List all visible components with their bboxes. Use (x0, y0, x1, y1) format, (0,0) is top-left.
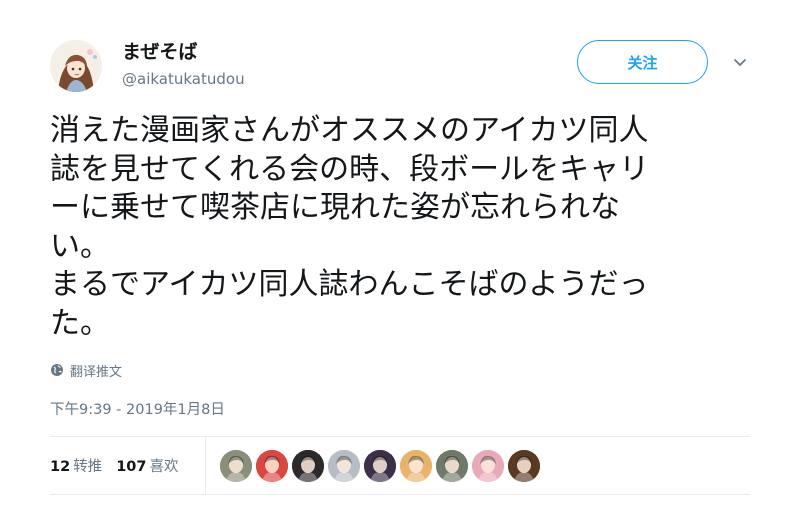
tweet-header: まぜそば @aikatukatudou 关注 (50, 36, 760, 96)
tweet-text-line: まるでアイカツ同人誌わんこそばのようだっ (50, 267, 649, 302)
retweets-count: 12 (50, 459, 71, 475)
tweet-timestamp[interactable]: 下午9:39 - 2019年1月8日 (50, 398, 225, 419)
follow-button[interactable]: 关注 (577, 40, 708, 84)
tweet-text: 消えた漫画家さんがオススメのアイカツ同人 誌を見せてくれる会の時、段ボールをキャ… (50, 112, 750, 343)
liker-avatar-7[interactable] (436, 450, 468, 482)
tweet-stats: 12 转推 107 喜欢 (50, 437, 192, 494)
translate-label[interactable]: 翻译推文 (70, 361, 122, 380)
likes-stat[interactable]: 107 喜欢 (116, 455, 178, 476)
retweets-stat[interactable]: 12 转推 (50, 455, 102, 476)
liker-avatar-8[interactable] (472, 450, 504, 482)
liker-avatar-4[interactable] (328, 450, 360, 482)
likes-count: 107 (116, 459, 147, 475)
liker-avatar-6[interactable] (400, 450, 432, 482)
liker-avatar-9[interactable] (508, 450, 540, 482)
tweet-text-line: 消えた漫画家さんがオススメのアイカツ同人 (50, 113, 649, 148)
user-avatar[interactable] (50, 40, 102, 92)
tweet-text-line: い。 (50, 228, 110, 264)
liker-avatars (220, 450, 540, 482)
tweet-text-line: ーに乗せて喫茶店に現れた姿が忘れられな (50, 190, 620, 225)
globe-icon (51, 364, 63, 376)
display-name[interactable]: まぜそば (122, 40, 245, 64)
liker-avatar-5[interactable] (364, 450, 396, 482)
translate-tweet-link[interactable]: 翻译推文 (50, 360, 122, 380)
user-names: まぜそば @aikatukatudou (122, 40, 245, 90)
retweets-label: 转推 (73, 459, 103, 475)
liker-avatar-2[interactable] (256, 450, 288, 482)
likes-label: 喜欢 (149, 459, 179, 475)
user-handle[interactable]: @aikatukatudou (122, 68, 245, 90)
stats-separator (205, 437, 206, 494)
liker-avatar-1[interactable] (220, 450, 252, 482)
divider (50, 494, 750, 495)
chevron-down-icon[interactable] (730, 52, 750, 72)
tweet-text-line: た。 (50, 305, 110, 341)
tweet-text-line: 誌を見せてくれる会の時、段ボールをキャリ (50, 151, 650, 187)
liker-avatar-3[interactable] (292, 450, 324, 482)
